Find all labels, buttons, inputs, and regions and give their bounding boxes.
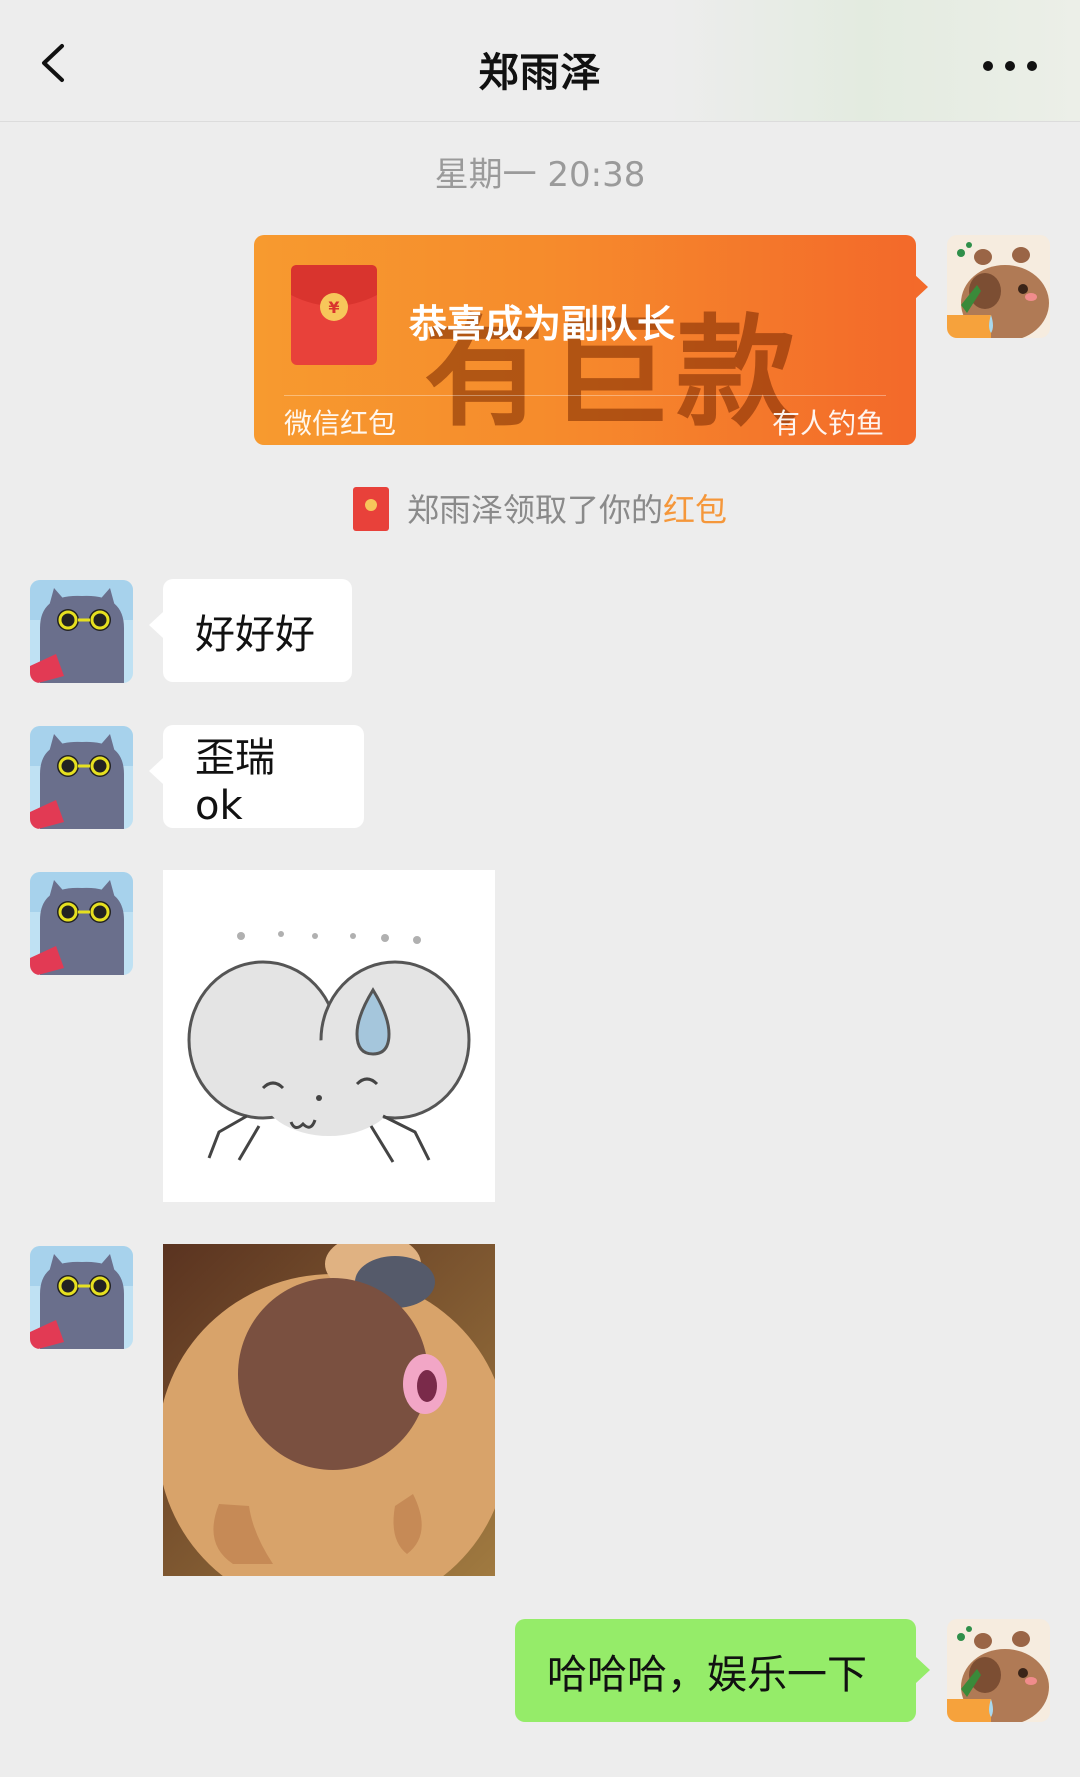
red-packet-message[interactable]: 有巨款 ¥ 恭喜成为副队长 微信红包 有人钓鱼 xyxy=(254,235,916,445)
contact-avatar[interactable] xyxy=(30,726,133,829)
my-message-bubble[interactable]: 哈哈哈，娱乐一下 xyxy=(515,1619,930,1722)
contact-name-title: 郑雨泽 xyxy=(478,50,602,96)
red-packet-small-icon xyxy=(352,487,389,531)
my-avatar[interactable] xyxy=(947,1619,1050,1722)
message-text: 好好好 xyxy=(195,611,315,658)
contact-avatar[interactable] xyxy=(30,580,133,683)
claimed-note-text: 郑雨泽领取了你的 xyxy=(406,491,663,529)
contact-avatar[interactable] xyxy=(30,872,133,975)
red-packet-tail xyxy=(914,274,928,300)
message-text: 哈哈哈，娱乐一下 xyxy=(547,1651,867,1698)
svg-text:¥: ¥ xyxy=(328,298,339,317)
red-packet-icon: ¥ xyxy=(291,265,377,365)
bear-face-sticker[interactable] xyxy=(163,1244,495,1576)
contact-avatar[interactable] xyxy=(30,1246,133,1349)
red-packet-divider xyxy=(284,395,886,396)
my-avatar[interactable] xyxy=(947,235,1050,338)
message-bubble[interactable]: 好好好 xyxy=(149,579,352,682)
message-bubble[interactable]: 歪瑞 ok xyxy=(149,725,364,829)
red-packet-greeting: 恭喜成为副队长 xyxy=(409,302,676,346)
red-packet-source: 有人钓鱼 xyxy=(771,407,884,440)
message-text: 歪瑞 ok xyxy=(195,734,275,829)
red-packet-claimed-note: 郑雨泽领取了你的红包 xyxy=(0,485,1080,531)
more-dots-icon[interactable] xyxy=(980,56,1040,76)
red-packet-label: 微信红包 xyxy=(284,407,397,440)
message-timestamp: 星期一 20:38 xyxy=(434,155,646,195)
crying-mouse-sticker[interactable] xyxy=(163,870,495,1202)
chat-header: 郑雨泽 xyxy=(0,0,1080,122)
red-packet-link[interactable]: 红包 xyxy=(663,491,727,529)
